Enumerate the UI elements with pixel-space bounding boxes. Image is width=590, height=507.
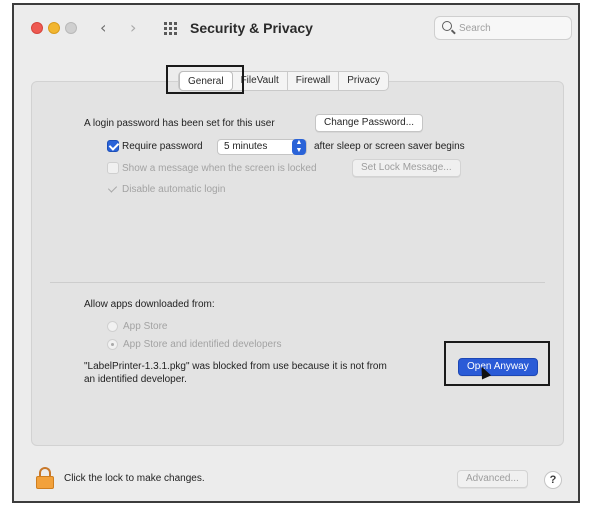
login-password-text: A login password has been set for this u… xyxy=(84,118,275,129)
app-store-label: App Store xyxy=(123,321,168,332)
app-store-identified-label: App Store and identified developers xyxy=(123,339,282,350)
zoom-button[interactable] xyxy=(65,22,77,34)
show-all-grid-icon[interactable] xyxy=(164,22,177,35)
require-password-label: Require password xyxy=(122,141,203,152)
lock-icon[interactable] xyxy=(36,467,54,489)
require-password-delay-value: 5 minutes xyxy=(224,141,268,152)
preferences-window: ‹ › Security & Privacy A login password … xyxy=(12,3,580,503)
disable-auto-login-label: Disable automatic login xyxy=(122,184,226,195)
chevron-updown-icon: ▲ ▼ xyxy=(292,139,306,155)
blocked-message-line1: "LabelPrinter-1.3.1.pkg" was blocked fro… xyxy=(84,361,387,372)
title-bar: ‹ › Security & Privacy xyxy=(14,5,578,51)
lock-text: Click the lock to make changes. xyxy=(64,473,205,484)
show-message-label: Show a message when the screen is locked xyxy=(122,163,317,174)
search-icon xyxy=(442,21,452,31)
blocked-message-line2: an identified developer. xyxy=(84,374,187,385)
show-message-checkbox[interactable] xyxy=(107,162,119,174)
open-anyway-highlight-box xyxy=(444,341,550,386)
general-panel: A login password has been set for this u… xyxy=(31,81,564,446)
disable-auto-login-checkbox[interactable] xyxy=(107,183,119,195)
after-sleep-text: after sleep or screen saver begins xyxy=(314,141,465,152)
section-divider xyxy=(50,282,545,283)
search-input[interactable] xyxy=(459,20,564,36)
close-button[interactable] xyxy=(31,22,43,34)
general-tab-highlight-box xyxy=(166,65,244,94)
search-box[interactable] xyxy=(434,16,572,40)
app-store-identified-radio[interactable] xyxy=(107,339,118,350)
app-store-radio[interactable] xyxy=(107,321,118,332)
set-lock-message-button[interactable]: Set Lock Message... xyxy=(352,159,461,177)
tab-privacy[interactable]: Privacy xyxy=(339,72,388,90)
require-password-checkbox[interactable] xyxy=(107,140,119,152)
require-password-delay-select[interactable]: 5 minutes ▲ ▼ xyxy=(217,139,307,155)
tab-firewall[interactable]: Firewall xyxy=(288,72,340,90)
help-button[interactable]: ? xyxy=(544,471,562,489)
forward-arrow-icon[interactable]: › xyxy=(130,18,136,37)
back-arrow-icon[interactable]: ‹ xyxy=(100,18,106,37)
change-password-button[interactable]: Change Password... xyxy=(315,114,424,132)
minimize-button[interactable] xyxy=(48,22,60,34)
advanced-button[interactable]: Advanced... xyxy=(457,470,528,488)
window-title: Security & Privacy xyxy=(190,20,313,36)
allow-apps-heading: Allow apps downloaded from: xyxy=(84,299,215,310)
